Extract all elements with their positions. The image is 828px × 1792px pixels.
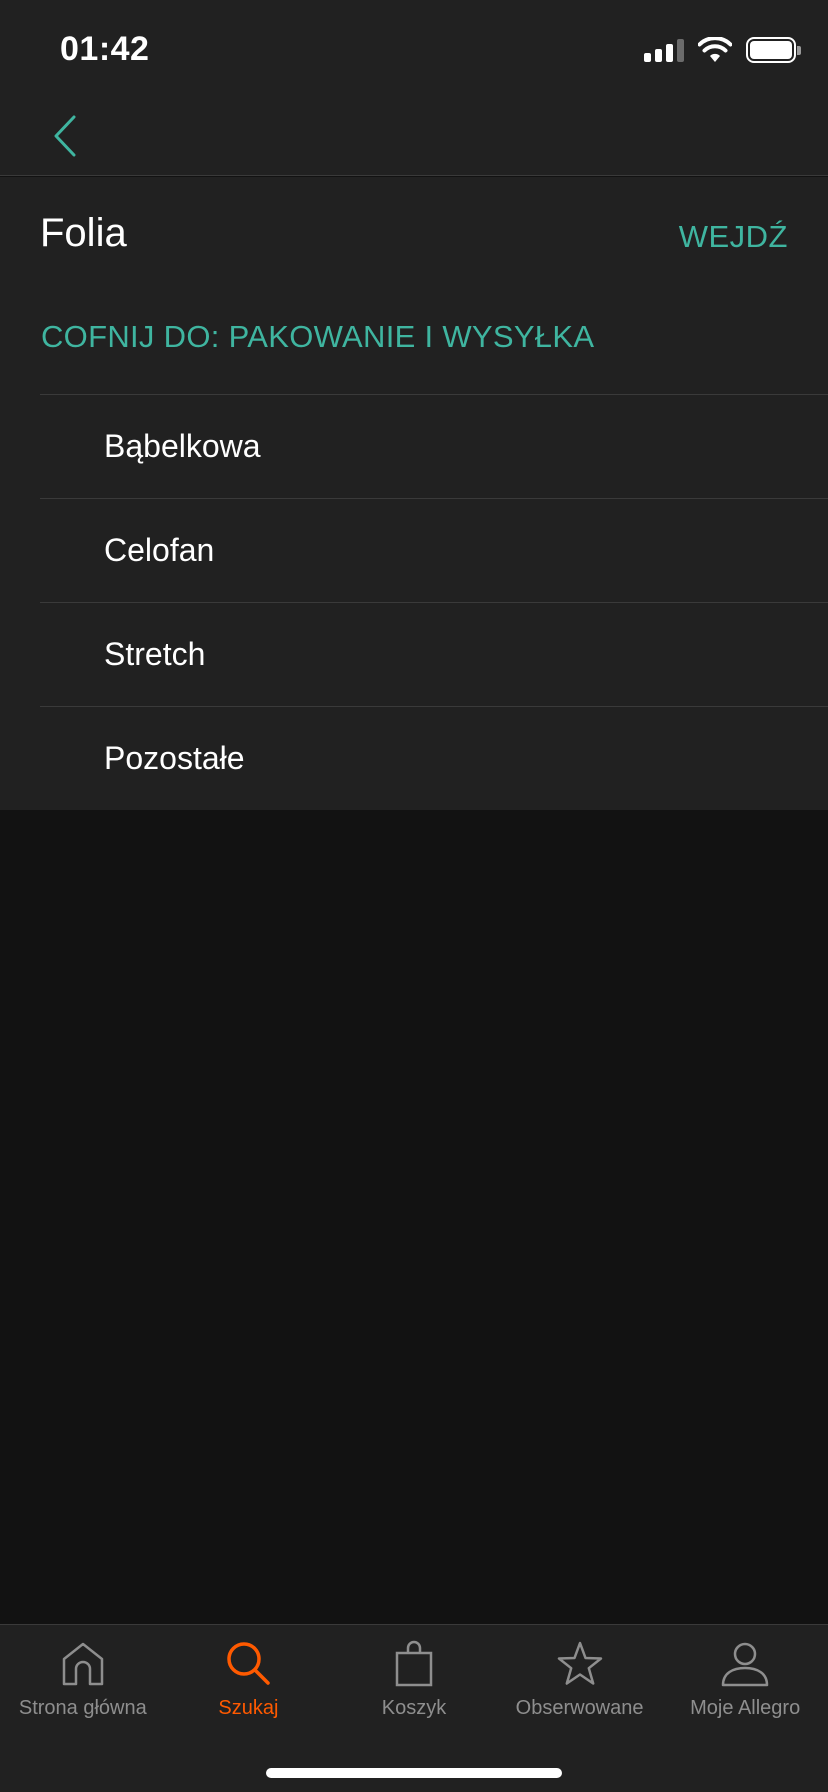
wifi-icon	[698, 37, 732, 62]
subcategory-list: Bąbelkowa Celofan Stretch Pozostałe	[40, 394, 828, 810]
list-item-label: Stretch	[104, 636, 206, 672]
search-icon	[227, 1642, 271, 1685]
tab-label: Strona główna	[18, 1697, 147, 1719]
star-icon	[557, 1641, 602, 1685]
tab-label: Koszyk	[381, 1697, 447, 1719]
enter-category-button[interactable]: WEJDŹ	[679, 219, 788, 255]
nav-bar	[0, 96, 828, 176]
cellular-signal-icon	[644, 38, 684, 62]
back-button[interactable]	[40, 104, 90, 168]
tab-watched[interactable]: Obserwowane	[497, 1625, 663, 1735]
tab-cart[interactable]: Koszyk	[331, 1625, 497, 1735]
chevron-left-icon	[54, 115, 76, 157]
tab-bar: Strona główna Szukaj Koszyk Obserwowane …	[0, 1624, 828, 1792]
tab-label: Obserwowane	[515, 1697, 644, 1719]
list-item[interactable]: Bąbelkowa	[40, 394, 828, 498]
screen: 01:42 Folia WEJDŹ COFNIJ DO: PAKOWANIE I…	[0, 0, 828, 1792]
list-item-label: Pozostałe	[104, 740, 245, 776]
tab-search[interactable]: Szukaj	[166, 1625, 332, 1735]
back-to-parent-link[interactable]: COFNIJ DO: PAKOWANIE I WYSYŁKA	[41, 319, 594, 355]
home-indicator[interactable]	[266, 1768, 562, 1778]
status-time: 01:42	[60, 30, 150, 68]
list-item[interactable]: Celofan	[40, 498, 828, 602]
list-item-label: Bąbelkowa	[104, 428, 261, 464]
list-item-label: Celofan	[104, 532, 215, 568]
user-icon	[721, 1642, 769, 1687]
tab-label: Szukaj	[218, 1697, 279, 1719]
status-bar: 01:42	[0, 0, 828, 96]
list-item[interactable]: Pozostałe	[40, 706, 828, 810]
tab-label: Moje Allegro	[690, 1697, 801, 1719]
list-item[interactable]: Stretch	[40, 602, 828, 706]
category-panel: Folia WEJDŹ COFNIJ DO: PAKOWANIE I WYSYŁ…	[0, 177, 828, 810]
home-icon	[62, 1642, 104, 1686]
bag-icon	[395, 1640, 433, 1687]
tab-my-allegro[interactable]: Moje Allegro	[662, 1625, 828, 1735]
battery-icon	[746, 37, 801, 63]
tab-home[interactable]: Strona główna	[0, 1625, 166, 1735]
status-icons	[644, 36, 801, 64]
tabs: Strona główna Szukaj Koszyk Obserwowane …	[0, 1625, 828, 1735]
page-title: Folia	[40, 211, 127, 255]
